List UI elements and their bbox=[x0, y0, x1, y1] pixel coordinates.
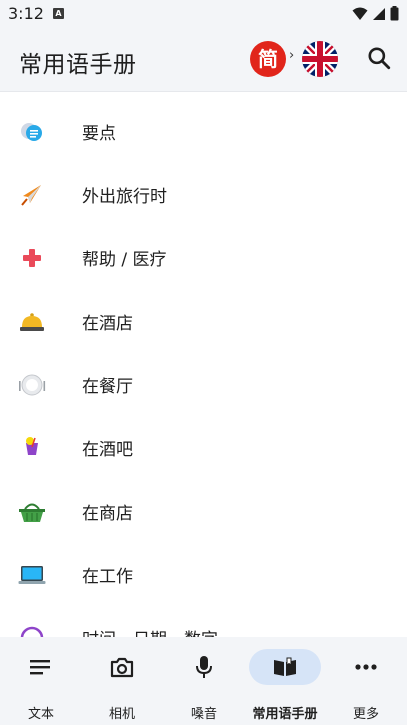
chat-bubble-icon bbox=[18, 118, 46, 146]
nav-label: 更多 bbox=[352, 707, 379, 722]
nav-tab-text[interactable]: 文本 bbox=[0, 647, 82, 722]
list-item[interactable]: 帮助 / 医疗 bbox=[0, 226, 407, 289]
camera-icon bbox=[110, 657, 134, 678]
list-item[interactable]: 要点 bbox=[0, 100, 407, 163]
nav-label: 嗓音 bbox=[190, 707, 217, 722]
status-indicators bbox=[352, 6, 399, 21]
page-title: 常用语手册 bbox=[19, 52, 137, 78]
list-item[interactable]: 在酒店 bbox=[0, 290, 407, 353]
language-arrow: › bbox=[289, 48, 295, 63]
list-item-label: 在工作 bbox=[82, 567, 133, 587]
nav-tab-camera[interactable]: 相机 bbox=[81, 647, 163, 722]
phrasebook-category-list: 要点 外出旅行时 帮助 / 医疗 在酒店 在餐厅 在酒吧 在商店 在工作 bbox=[0, 92, 407, 637]
list-item-label: 要点 bbox=[82, 124, 116, 144]
nav-label: 相机 bbox=[108, 707, 135, 722]
app-bar: 常用语手册 简 › bbox=[0, 28, 407, 92]
search-icon[interactable] bbox=[366, 45, 392, 71]
list-item[interactable]: 在餐厅 bbox=[0, 353, 407, 416]
wifi-icon bbox=[352, 7, 368, 20]
text-lines-icon bbox=[30, 660, 50, 675]
nav-pill bbox=[86, 649, 158, 685]
list-item[interactable]: 在工作 bbox=[0, 543, 407, 606]
basket-icon bbox=[18, 498, 46, 526]
nav-tab-more[interactable]: 更多 bbox=[325, 647, 407, 722]
list-item[interactable]: 外出旅行时 bbox=[0, 163, 407, 226]
list-item-label: 外出旅行时 bbox=[82, 187, 167, 207]
airplane-icon bbox=[18, 181, 46, 209]
more-dots-icon bbox=[355, 664, 377, 670]
laptop-icon bbox=[18, 561, 46, 589]
status-notification-icon: A bbox=[53, 8, 64, 19]
nav-tab-voice[interactable]: 嗓音 bbox=[163, 647, 245, 722]
nav-label: 常用语手册 bbox=[252, 707, 318, 722]
list-item[interactable]: 在商店 bbox=[0, 480, 407, 543]
open-book-icon bbox=[274, 657, 296, 676]
bottom-navigation: 文本 相机 嗓音 常用语手册 更多 bbox=[0, 637, 407, 725]
battery-icon bbox=[390, 6, 399, 21]
list-item-label: 帮助 / 医疗 bbox=[82, 250, 167, 270]
nav-pill-active bbox=[249, 649, 321, 685]
plate-icon bbox=[18, 371, 46, 399]
cocktail-icon bbox=[18, 434, 46, 462]
source-language-button[interactable]: 简 bbox=[250, 41, 286, 77]
cell-signal-icon bbox=[373, 7, 385, 20]
hotel-bell-icon bbox=[18, 308, 46, 336]
list-item-label: 在酒吧 bbox=[82, 440, 133, 460]
uk-flag-icon[interactable] bbox=[302, 41, 338, 77]
list-item[interactable]: 时间、日期、数字 bbox=[0, 606, 407, 637]
nav-label: 文本 bbox=[27, 707, 54, 722]
list-item-label: 在酒店 bbox=[82, 314, 133, 334]
nav-pill bbox=[5, 649, 77, 685]
status-time: 3:12 bbox=[8, 4, 44, 23]
nav-pill bbox=[168, 649, 240, 685]
list-item-label: 时间、日期、数字 bbox=[82, 625, 218, 637]
nav-tab-phrasebook[interactable]: 常用语手册 bbox=[244, 647, 326, 722]
medical-cross-icon bbox=[18, 244, 46, 272]
list-item-label: 在餐厅 bbox=[82, 377, 133, 397]
list-item-label: 在商店 bbox=[82, 504, 133, 524]
list-item[interactable]: 在酒吧 bbox=[0, 416, 407, 479]
nav-pill bbox=[330, 649, 402, 685]
status-bar: 3:12 A bbox=[0, 0, 407, 28]
clock-icon bbox=[18, 624, 46, 637]
microphone-icon bbox=[196, 656, 212, 678]
